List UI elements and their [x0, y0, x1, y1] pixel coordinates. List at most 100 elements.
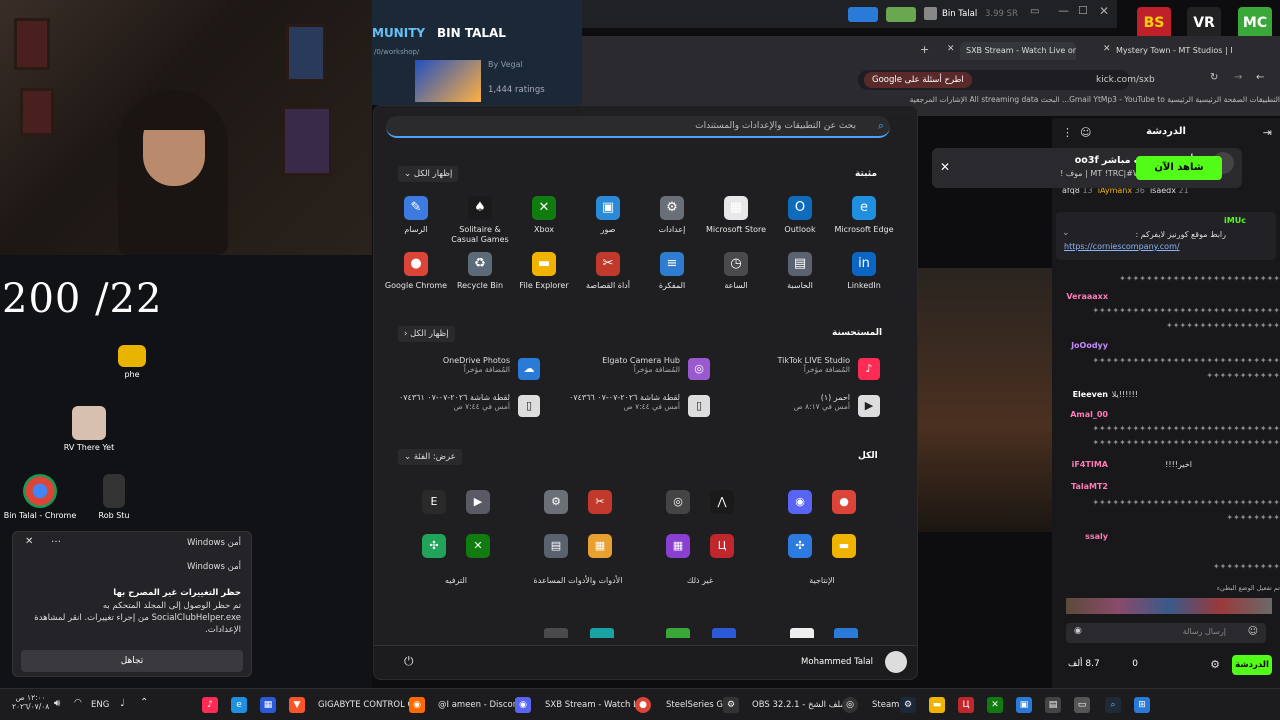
tiktok-icon[interactable]: ♪: [202, 697, 218, 713]
pinned-app[interactable]: ◷ الساعة: [704, 252, 768, 291]
recommended-item[interactable]: ◎ Elgato Camera Hub المُضافة مؤخراً: [530, 356, 710, 380]
show-all-recommended-button[interactable]: › إظهار الكل: [398, 326, 455, 342]
chevron-up-icon[interactable]: ⌃: [140, 697, 148, 708]
pinned-app[interactable]: ▣ صور: [576, 196, 640, 235]
app-icon[interactable]: ▦: [260, 697, 276, 713]
app-icon[interactable]: ▤: [544, 534, 568, 558]
pinned-app[interactable]: ♠ Solitaire & Casual Games: [448, 196, 512, 245]
ask-google-chip[interactable]: اطرح أسئلة على Google: [864, 72, 972, 88]
app-icon[interactable]: ✣: [422, 534, 446, 558]
browser-tab[interactable]: SXB Stream - Watch Live on: [960, 42, 1076, 60]
steelseries-icon[interactable]: ⚙: [723, 697, 739, 713]
avatar[interactable]: [885, 651, 907, 673]
users-icon[interactable]: ☺: [1080, 126, 1091, 139]
minimize-icon[interactable]: ▭: [1030, 6, 1039, 17]
close-icon[interactable]: ✕: [1099, 4, 1109, 18]
desktop-icon[interactable]: Bin Talal - Chrome: [0, 474, 80, 520]
app-category[interactable]: ⚙ ✂ ▤ ▦ الأدوات والأدوات المساعدة: [522, 482, 634, 585]
microphone-icon[interactable]: ♩: [120, 698, 125, 709]
send-chat-button[interactable]: الدردشة: [1232, 655, 1272, 675]
desktop-icon[interactable]: RV There Yet: [49, 406, 129, 452]
brave-icon[interactable]: ▼: [289, 697, 305, 713]
language-indicator[interactable]: ENG: [91, 700, 109, 710]
vr-icon[interactable]: VR: [1187, 7, 1221, 39]
app-icon[interactable]: ⋀: [710, 490, 734, 514]
task-view-icon[interactable]: ▭: [1074, 697, 1090, 713]
pinned-app[interactable]: ▤ الحاسبة: [768, 252, 832, 291]
gigabyte-icon[interactable]: ◉: [409, 697, 425, 713]
twitter-icon[interactable]: [848, 7, 878, 22]
recommended-item[interactable]: ♪ TikTok LIVE Studio المُضافة مؤخراً: [700, 356, 880, 380]
discord-icon[interactable]: ◉: [515, 697, 531, 713]
bluestacks-icon[interactable]: BS: [1137, 7, 1171, 39]
chrome-icon[interactable]: ●: [635, 697, 651, 713]
close-icon[interactable]: ✕: [25, 536, 33, 547]
pinned-app[interactable]: ✎ الرسام: [384, 196, 448, 235]
app-icon[interactable]: ⚙: [544, 490, 568, 514]
maximize-icon[interactable]: ☐: [1078, 4, 1088, 17]
desktop-icon[interactable]: Rob Stu: [94, 474, 134, 520]
file-explorer-icon[interactable]: ▬: [929, 697, 945, 713]
pinned-message[interactable]: iMUc رابط موقع كورنيز لايفركم : https://…: [1056, 212, 1276, 260]
more-icon[interactable]: ⋮: [1062, 126, 1073, 139]
pinned-app[interactable]: ≡ المفكرة: [640, 252, 704, 291]
taskbar-app[interactable]: Steam: [872, 700, 899, 710]
app-icon[interactable]: E: [422, 490, 446, 514]
pinned-app[interactable]: e Microsoft Edge: [832, 196, 896, 235]
pinned-app[interactable]: ⚙ إعدادات: [640, 196, 704, 235]
taskbar-app[interactable]: GIGABYTE CONTROL CE: [318, 700, 419, 710]
pinned-app[interactable]: ▦ Microsoft Store: [704, 196, 768, 235]
app-icon[interactable]: ▤: [1045, 697, 1061, 713]
browser-tab[interactable]: Mystery Town - MT Studios | M: [1110, 42, 1232, 60]
recommended-item[interactable]: ▯ لقطة شاشة ٢٠٢٦-٠٧-٠٧ ٠٧٤٣٦٦ أمس في ٧:٤٤ …: [530, 393, 710, 417]
stream-video[interactable]: [918, 268, 1052, 532]
forward-icon[interactable]: →: [1234, 72, 1242, 83]
emoji-icon[interactable]: ☺: [1248, 626, 1258, 637]
app-icon[interactable]: Ц: [710, 534, 734, 558]
app-icon[interactable]: ✕: [466, 534, 490, 558]
close-icon[interactable]: ✕: [940, 160, 950, 174]
workshop-thumbnail[interactable]: [415, 60, 481, 102]
pinned-app[interactable]: ● Google Chrome: [384, 252, 448, 291]
gear-icon[interactable]: ⚙: [1210, 658, 1220, 671]
minimize-icon[interactable]: —: [1058, 4, 1069, 17]
app-icon[interactable]: ◉: [788, 490, 812, 514]
new-tab-icon[interactable]: +: [920, 43, 929, 56]
watch-now-button[interactable]: شاهد الآن: [1136, 156, 1222, 180]
more-icon[interactable]: …: [51, 534, 61, 545]
app-icon[interactable]: ✣: [788, 534, 812, 558]
recommended-item[interactable]: ▶ احمر (١) أمس في ٨:١٧ ص: [700, 393, 880, 417]
app-icon[interactable]: ▬: [832, 534, 856, 558]
pinned-app[interactable]: in LinkedIn: [832, 252, 896, 291]
windows-start-icon[interactable]: ⊞: [1134, 697, 1150, 713]
chevron-down-icon[interactable]: ⌄: [1062, 228, 1070, 238]
app-category[interactable]: E ▶ ✣ ✕ الترفيه: [400, 482, 512, 585]
live-notification[interactable]: ابدأ للتو في بث مباشر oo3f MT !TRC|#WeAr…: [932, 148, 1242, 188]
collapse-icon[interactable]: ⇥: [1263, 126, 1272, 139]
app-icon[interactable]: ▶: [466, 490, 490, 514]
pinned-app[interactable]: ✂ أداة القصاصة: [576, 252, 640, 291]
app-icon[interactable]: ●: [832, 490, 856, 514]
app-icon[interactable]: ▦: [588, 534, 612, 558]
app-icon[interactable]: ✂: [588, 490, 612, 514]
search-input[interactable]: بحث عن التطبيقات والإعدادات والمستندات ⌕: [386, 116, 890, 138]
taskbar-app[interactable]: OBS 32.2.1 - الملف الشخ: [752, 700, 850, 710]
chat-input[interactable]: إرسال رسالة ☺ ◉: [1066, 623, 1266, 643]
steam-nav-community[interactable]: MUNITY: [372, 26, 425, 40]
app-icon[interactable]: ◎: [666, 490, 690, 514]
taskbar-app[interactable]: @I ameen - Discord: [438, 700, 521, 710]
edge-icon[interactable]: e: [231, 697, 247, 713]
notification-icon[interactable]: [886, 7, 916, 22]
xbox-icon[interactable]: ✕: [987, 697, 1003, 713]
steam-icon[interactable]: ⚙: [900, 697, 916, 713]
app-category[interactable]: ◎ ⋀ ▦ Ц غير ذلك: [644, 482, 756, 585]
steam-nav-user[interactable]: BIN TALAL: [437, 26, 506, 40]
close-tab-icon[interactable]: ✕: [1103, 44, 1111, 54]
recommended-item[interactable]: ▯ لقطة شاشة ٢٠٢٦-٠٧-٠٧ ٠٧٤٣٦١ أمس في ٧:٤٤ …: [360, 393, 540, 417]
search-icon[interactable]: ⌕: [1105, 697, 1121, 713]
obs-icon[interactable]: ◎: [842, 697, 858, 713]
reload-icon[interactable]: ↻: [1210, 72, 1218, 83]
app-icon[interactable]: ▦: [666, 534, 690, 558]
pinned-app[interactable]: O Outlook: [768, 196, 832, 235]
desktop-icon[interactable]: phe: [92, 345, 172, 379]
